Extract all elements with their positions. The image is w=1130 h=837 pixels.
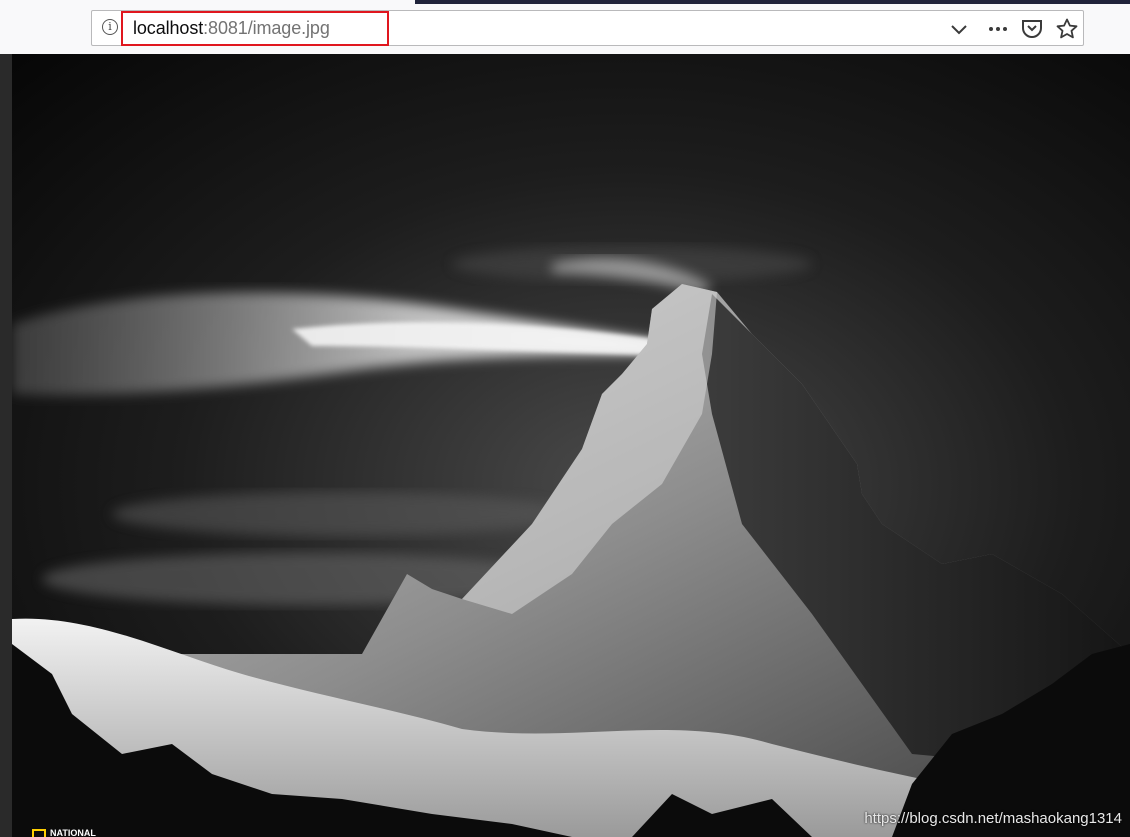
address-bar[interactable]: i localhost:8081/image.jpg bbox=[91, 10, 1084, 46]
toolbar-left-area bbox=[0, 4, 91, 54]
logo-text: NATIONAL bbox=[50, 828, 96, 837]
browser-chrome: i localhost:8081/image.jpg bbox=[0, 0, 1130, 54]
viewport-left-gutter bbox=[0, 54, 12, 837]
url-host: localhost bbox=[133, 18, 204, 38]
logo-yellow-frame bbox=[32, 829, 46, 837]
url-text[interactable]: localhost:8081/image.jpg bbox=[133, 18, 330, 38]
matterhorn-night-photo: https://blog.csdn.net/mashaokang1314 NAT… bbox=[12, 54, 1130, 837]
watermark-text: https://blog.csdn.net/mashaokang1314 bbox=[864, 810, 1122, 827]
natgeo-logo: NATIONAL bbox=[32, 829, 96, 837]
bookmark-star-icon[interactable] bbox=[1055, 17, 1079, 41]
page-viewport: https://blog.csdn.net/mashaokang1314 NAT… bbox=[0, 54, 1130, 837]
chevron-down-icon[interactable] bbox=[947, 17, 971, 41]
more-icon[interactable] bbox=[986, 17, 1010, 41]
url-path: :8081/image.jpg bbox=[203, 18, 330, 38]
info-icon[interactable]: i bbox=[102, 19, 118, 35]
tab-strip-accent bbox=[415, 0, 1130, 4]
pocket-icon[interactable] bbox=[1020, 17, 1044, 41]
